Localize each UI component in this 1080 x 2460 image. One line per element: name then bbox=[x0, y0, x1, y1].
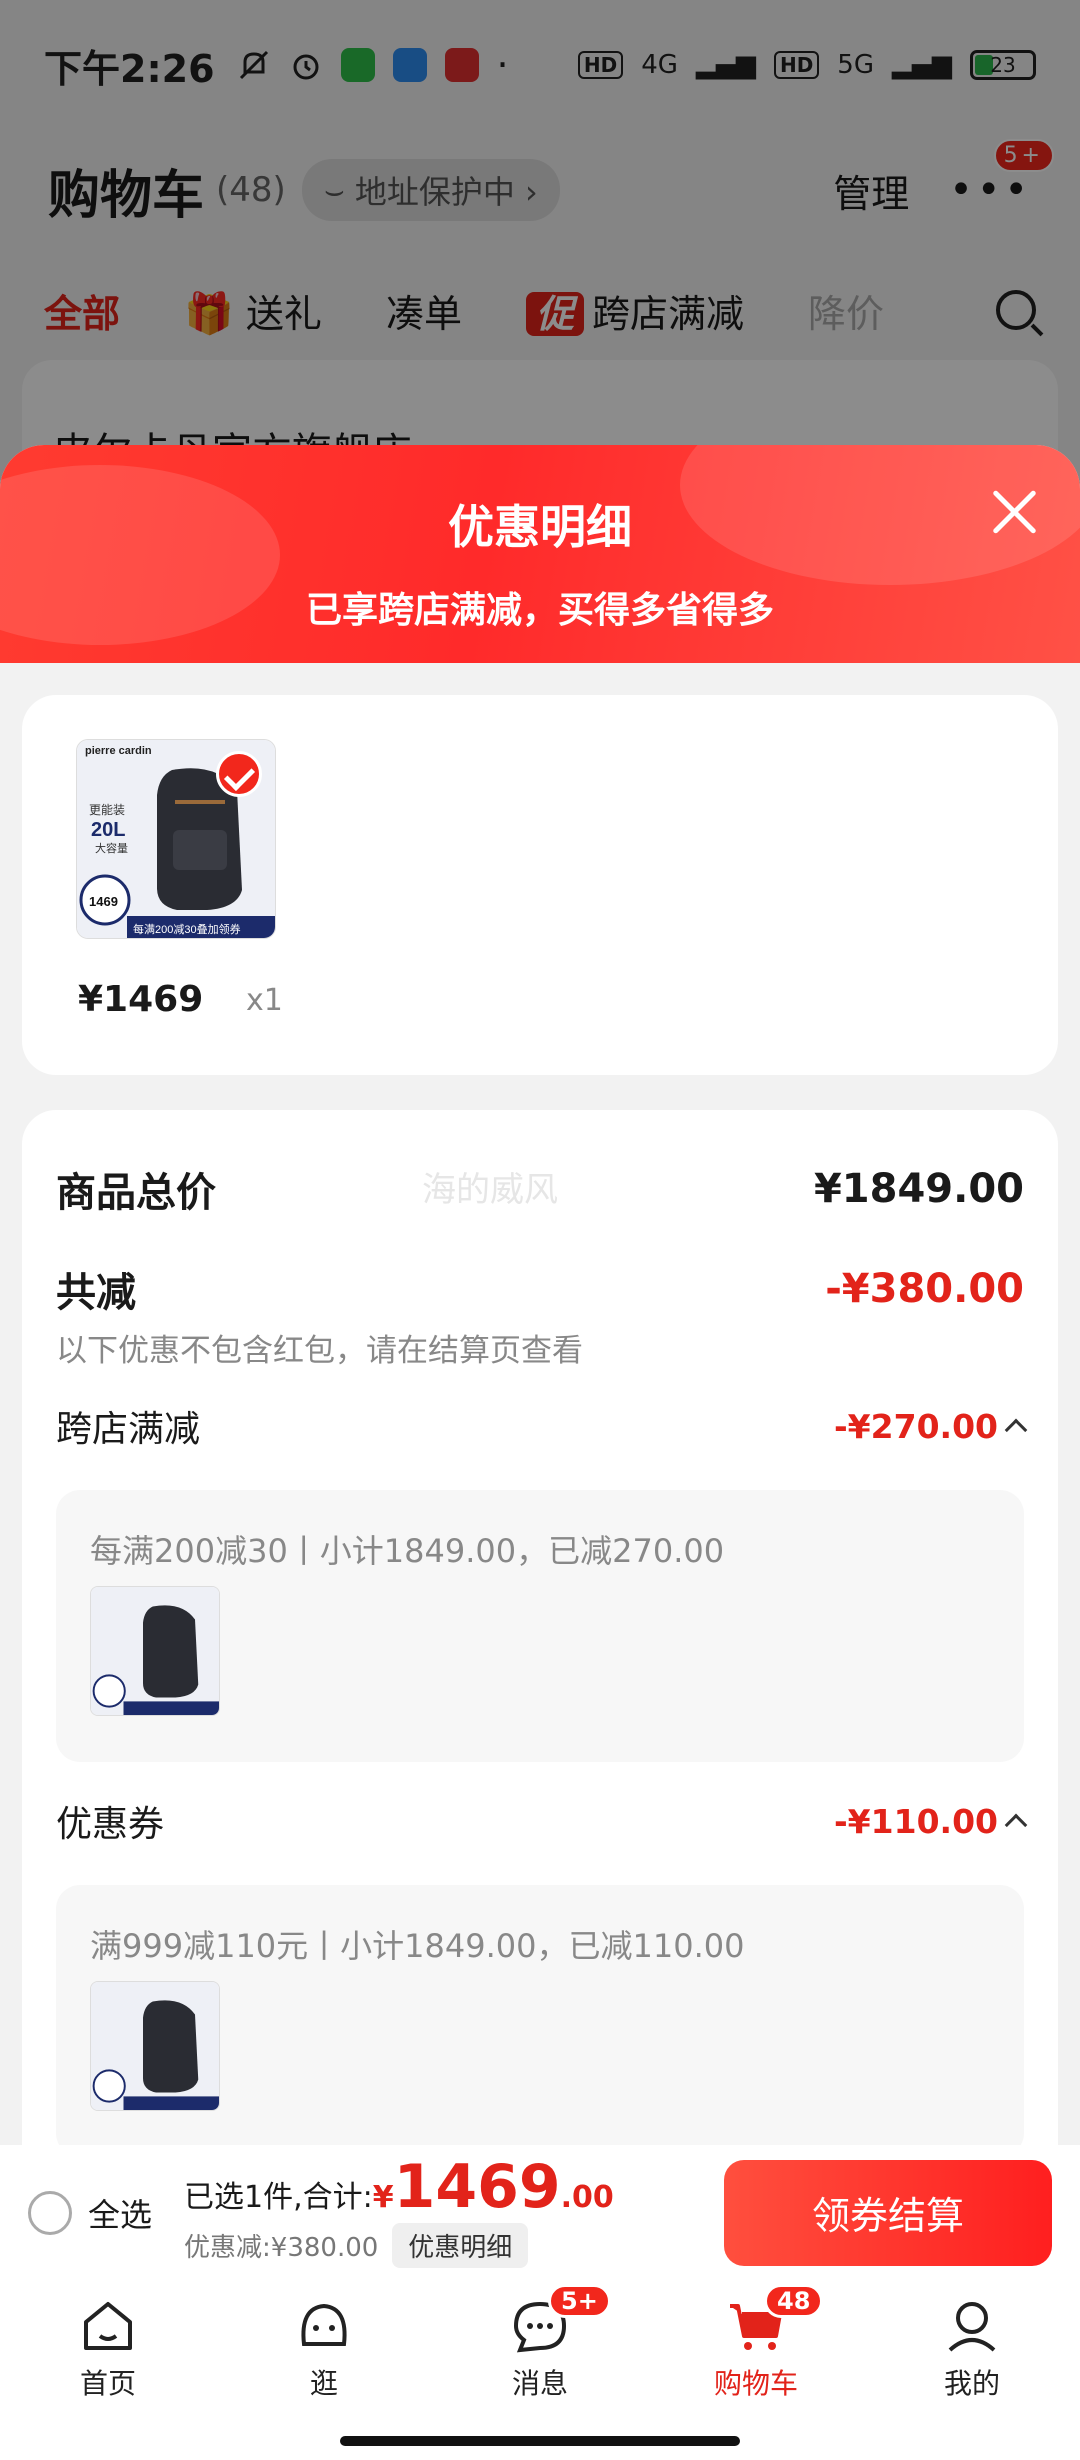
sheet-subtitle: 已享跨店满减，买得多省得多 bbox=[305, 590, 774, 631]
coupon-row[interactable]: 优惠券 -¥110.00 bbox=[56, 1795, 1028, 1847]
tab-messages[interactable]: 消息 5+ bbox=[432, 2280, 648, 2460]
product-brand: pierre cardin bbox=[85, 745, 152, 757]
close-icon[interactable] bbox=[990, 487, 1038, 535]
tab-cart[interactable]: 购物车 48 bbox=[648, 2280, 864, 2460]
checkout-totals: 已选1件,合计: ¥ 1469 .00 优惠减:¥380.00 优惠明细 bbox=[184, 2157, 614, 2268]
selected-text: 已选1件,合计: bbox=[184, 2180, 373, 2215]
product-thumbnail[interactable] bbox=[90, 1586, 220, 1716]
product-quantity: x1 bbox=[246, 983, 283, 1018]
checkout-button[interactable]: 领券结算 bbox=[724, 2159, 1052, 2266]
price-breakdown-card: 海的威风 商品总价 ¥1849.00 共减 -¥380.00 以下优惠不包含红包… bbox=[22, 1110, 1058, 2145]
messages-badge: 5+ bbox=[548, 2284, 611, 2318]
cross-store-value: -¥270.00 bbox=[833, 1406, 998, 1446]
coupon-detail: 满999减110元丨小计1849.00，已减110.00 bbox=[90, 1927, 745, 1965]
profile-icon bbox=[948, 2302, 996, 2352]
home-indicator[interactable] bbox=[340, 2436, 740, 2446]
tab-home[interactable]: 首页 bbox=[0, 2280, 216, 2460]
select-all-label[interactable]: 全选 bbox=[88, 2190, 152, 2236]
select-all-radio[interactable] bbox=[28, 2190, 72, 2235]
coupon-label: 优惠券 bbox=[56, 1804, 165, 1845]
coupon-detail-box: 满999减110元丨小计1849.00，已减110.00 bbox=[56, 1885, 1024, 2145]
sheet-title: 优惠明细 bbox=[448, 500, 632, 554]
discount-summary: 优惠减:¥380.00 bbox=[184, 2233, 379, 2263]
cart-badge: 48 bbox=[764, 2284, 824, 2318]
home-icon bbox=[84, 2302, 132, 2350]
discount-note: 以下优惠不包含红包，请在结算页查看 bbox=[56, 1333, 583, 1369]
discount-row: 共减 -¥380.00 bbox=[56, 1260, 1024, 1318]
product-img-promo: 每满200减30叠加领券 bbox=[133, 922, 241, 936]
product-img-line2: 20L bbox=[91, 819, 125, 841]
cross-store-detail-box: 每满200减30丨小计1849.00，已减270.00 bbox=[56, 1490, 1024, 1762]
sheet-header: 优惠明细 已享跨店满减，买得多省得多 bbox=[0, 445, 1080, 663]
tab-profile[interactable]: 我的 bbox=[864, 2280, 1080, 2460]
product-img-line3: 大容量 bbox=[95, 841, 128, 855]
product-thumbnail[interactable] bbox=[90, 1981, 220, 2111]
browse-icon bbox=[301, 2303, 347, 2346]
discount-label: 共减 bbox=[56, 1270, 136, 1316]
total-value: ¥1849.00 bbox=[813, 1166, 1024, 1212]
discount-detail-button[interactable]: 优惠明细 bbox=[392, 2223, 529, 2268]
product-img-price: 1469 bbox=[89, 894, 118, 909]
bottom-tab-bar: 首页 逛 消息 5+ 购物车 48 我的 bbox=[0, 2280, 1080, 2460]
total-row: 商品总价 ¥1849.00 bbox=[56, 1160, 1024, 1218]
total-decimal: .00 bbox=[560, 2180, 614, 2215]
product-price: ¥1469 bbox=[78, 979, 204, 1020]
cross-store-label: 跨店满减 bbox=[56, 1409, 201, 1450]
total-label: 商品总价 bbox=[56, 1170, 216, 1216]
discount-detail-sheet: 优惠明细 已享跨店满减，买得多省得多 pierre cardin 更能装 20L… bbox=[0, 445, 1080, 2145]
currency-symbol: ¥ bbox=[372, 2180, 394, 2215]
chevron-up-icon[interactable] bbox=[1004, 1418, 1028, 1442]
coupon-value: -¥110.00 bbox=[833, 1801, 998, 1841]
discount-value: -¥380.00 bbox=[825, 1266, 1024, 1312]
cross-store-row[interactable]: 跨店满减 -¥270.00 bbox=[56, 1400, 1028, 1452]
tab-browse[interactable]: 逛 bbox=[216, 2280, 432, 2460]
total-integer: 1469 bbox=[393, 2152, 561, 2222]
product-card: pierre cardin 更能装 20L 大容量 1469 每满200减30叠… bbox=[22, 695, 1058, 1075]
chevron-up-icon[interactable] bbox=[1004, 1813, 1028, 1837]
cross-store-detail: 每满200减30丨小计1849.00，已减270.00 bbox=[90, 1532, 725, 1570]
checkout-bar: 全选 已选1件,合计: ¥ 1469 .00 优惠减:¥380.00 优惠明细 … bbox=[0, 2145, 1080, 2280]
selected-check-icon[interactable] bbox=[216, 751, 262, 797]
product-img-line1: 更能装 bbox=[89, 803, 125, 817]
